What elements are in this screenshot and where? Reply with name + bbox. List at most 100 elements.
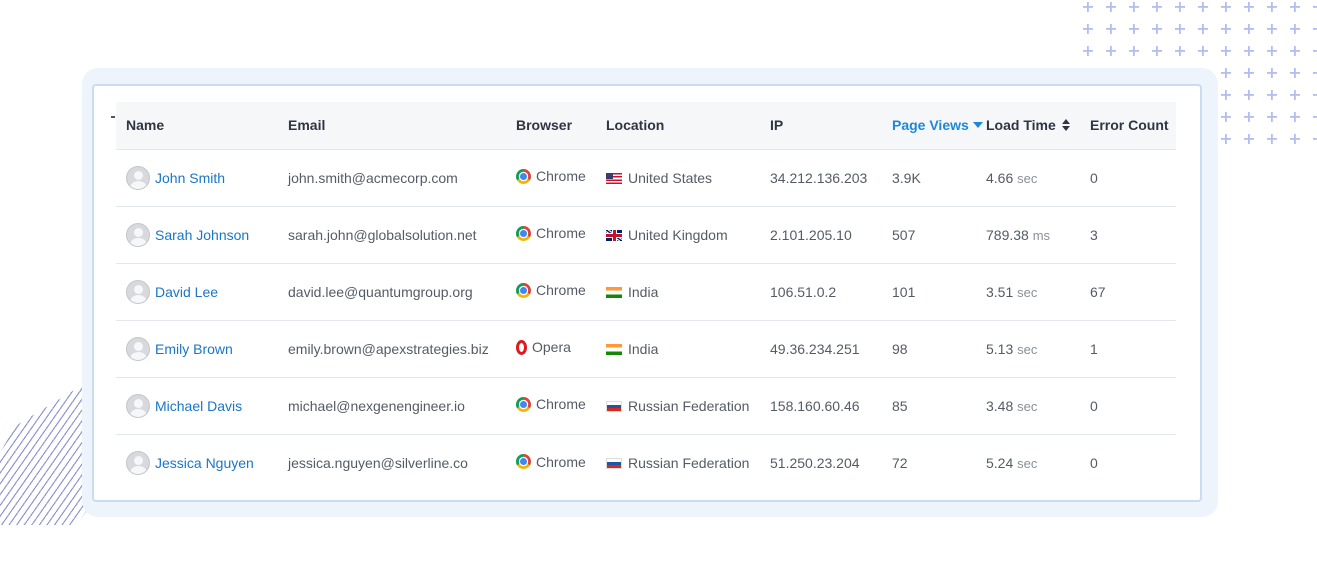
table-row[interactable]: Emily Brown emily.brown@apexstrategies.bi… [116, 320, 1176, 377]
cell-name: David Lee [116, 263, 278, 320]
chrome-icon [516, 454, 531, 469]
browser-label: Chrome [536, 225, 586, 242]
user-name-link[interactable]: David Lee [155, 284, 218, 300]
cell-ip: 34.212.136.203 [770, 169, 868, 186]
location-label: India [628, 283, 659, 300]
browser-label: Chrome [536, 453, 586, 470]
load-time-value: 3.48 [986, 397, 1014, 414]
user-name-link[interactable]: Emily Brown [155, 341, 233, 357]
cell-email: emily.brown@apexstrategies.biz [288, 340, 489, 357]
location-label: Russian Federation [628, 397, 750, 414]
column-header-location[interactable]: Location [596, 102, 760, 149]
cell-ip: 106.51.0.2 [770, 283, 837, 300]
avatar [126, 279, 150, 304]
opera-icon [516, 339, 527, 355]
cell-load-time: 3.48 sec [976, 377, 1080, 434]
cell-error-count: 0 [1090, 397, 1098, 414]
cell-ip: 51.250.23.204 [770, 454, 860, 471]
column-header-page-views[interactable]: Page Views [882, 102, 983, 149]
load-time-unit: ms [1032, 227, 1051, 243]
load-time-value: 5.13 [986, 340, 1014, 357]
load-time-value: 4.66 [986, 169, 1014, 186]
sort-toggle-icon[interactable] [1061, 119, 1070, 132]
cell-email: sarah.john@globalsolution.net [288, 226, 477, 243]
cell-load-time: 5.24 sec [976, 434, 1080, 491]
column-header-error-count[interactable]: Error Count [1080, 102, 1176, 149]
user-name-link[interactable]: Sarah Johnson [155, 227, 249, 243]
cell-page-views: 3.9K [892, 169, 921, 186]
cell-browser: Chrome [506, 434, 596, 491]
cell-ip: 49.36.234.251 [770, 340, 860, 357]
cell-page-views: 101 [892, 283, 916, 300]
cell-ip: 158.160.60.46 [770, 397, 860, 414]
chrome-icon [516, 282, 531, 298]
header-marker [111, 116, 115, 118]
avatar [126, 450, 150, 475]
cell-page-views: 98 [892, 340, 908, 357]
cell-load-time: 5.13 sec [976, 320, 1080, 377]
load-time-unit: sec [1017, 170, 1038, 186]
table-row[interactable]: Sarah Johnson sarah.john@globalsolution.n… [116, 206, 1176, 263]
table-row[interactable]: Jessica Nguyen jessica.nguyen@silverline.… [116, 434, 1176, 491]
column-header-browser[interactable]: Browser [506, 102, 596, 149]
user-name-link[interactable]: John Smith [155, 170, 225, 186]
location-label: Russian Federation [628, 454, 750, 471]
cell-browser: Opera [506, 320, 596, 377]
cell-name: Sarah Johnson [116, 206, 278, 263]
russia-flag-icon [606, 400, 622, 412]
cell-location: India [596, 320, 760, 377]
cell-error-count: 0 [1090, 454, 1098, 471]
cell-browser: Chrome [506, 206, 596, 263]
table-row[interactable]: David Lee david.lee@quantumgroup.org Chrom… [116, 263, 1176, 320]
browser-label: Chrome [536, 282, 586, 299]
column-header-ip[interactable]: IP [760, 102, 882, 149]
cell-browser: Chrome [506, 377, 596, 434]
india-flag-icon [606, 286, 622, 298]
visitors-table: Name Email Browser Location IP Page View… [116, 102, 1176, 491]
column-header-load-time[interactable]: Load Time [976, 102, 1080, 149]
uk-flag-icon [606, 229, 622, 241]
load-time-value: 789.38 [986, 226, 1029, 243]
india-flag-icon [606, 343, 622, 355]
cell-error-count: 3 [1090, 226, 1098, 243]
cell-page-views: 85 [892, 397, 908, 414]
chrome-icon [516, 225, 531, 241]
cell-error-count: 0 [1090, 169, 1098, 186]
avatar [126, 393, 150, 418]
cell-location: United States [596, 149, 760, 206]
location-label: United States [628, 169, 713, 186]
load-time-unit: sec [1017, 398, 1038, 414]
us-flag-icon [606, 172, 622, 184]
cell-page-views: 507 [892, 226, 916, 243]
load-time-unit: sec [1017, 284, 1038, 300]
cell-location: Russian Federation [596, 434, 760, 491]
browser-label: Opera [532, 339, 571, 356]
cell-name: Emily Brown [116, 320, 278, 377]
table-row[interactable]: John Smith john.smith@acmecorp.com Chrome U… [116, 149, 1176, 206]
load-time-value: 5.24 [986, 454, 1014, 471]
location-label: United Kingdom [628, 226, 728, 243]
cell-load-time: 3.51 sec [976, 263, 1080, 320]
cell-email: jessica.nguyen@silverline.co [288, 454, 468, 471]
cell-browser: Chrome [506, 263, 596, 320]
table-header-row: Name Email Browser Location IP Page View… [116, 102, 1176, 149]
table-row[interactable]: Michael Davis michael@nexgenengineer.io Ch… [116, 377, 1176, 434]
column-header-name[interactable]: Name [116, 102, 278, 149]
avatar [126, 336, 150, 361]
column-header-email[interactable]: Email [278, 102, 506, 149]
cell-error-count: 67 [1090, 283, 1106, 300]
load-time-unit: sec [1017, 341, 1038, 357]
load-time-unit: sec [1017, 455, 1038, 471]
browser-label: Chrome [536, 396, 586, 413]
location-label: India [628, 340, 659, 357]
cell-email: michael@nexgenengineer.io [288, 397, 465, 414]
cell-load-time: 4.66 sec [976, 149, 1080, 206]
avatar [126, 165, 150, 190]
cell-ip: 2.101.205.10 [770, 226, 852, 243]
user-name-link[interactable]: Jessica Nguyen [155, 455, 254, 471]
cell-browser: Chrome [506, 149, 596, 206]
user-name-link[interactable]: Michael Davis [155, 398, 242, 414]
sort-descending-icon[interactable] [972, 122, 983, 129]
cell-load-time: 789.38 ms [976, 206, 1080, 263]
load-time-value: 3.51 [986, 283, 1014, 300]
